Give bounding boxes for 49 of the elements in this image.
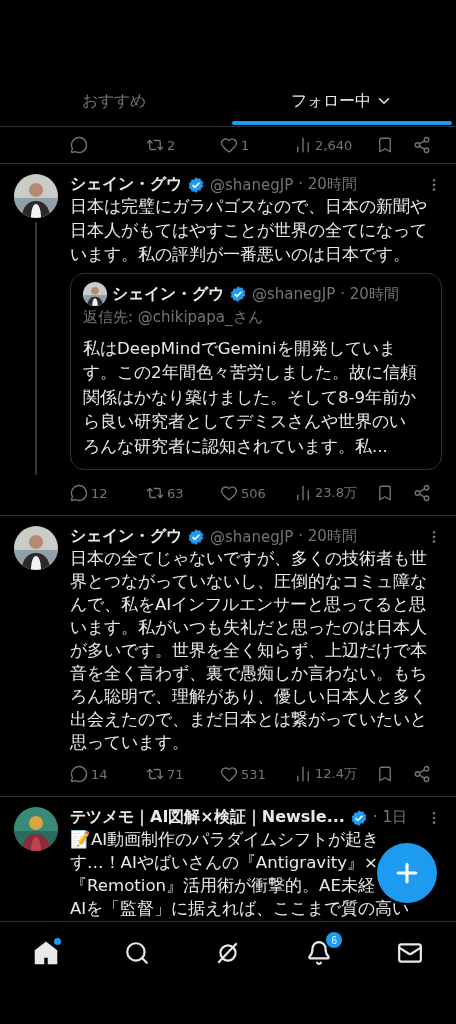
reply-to-text: 返信先: @chikipapa_さん [83, 308, 264, 327]
quoted-text: 私はDeepMindでGeminiを開発しています。この2年間色々苦労しました。故に信頼関係はかなり築けました。そして8-9年前から良い研究者としてデミスさんや世界のいろんな研究者に認知されています。私... [83, 338, 417, 458]
bell-icon[interactable] [306, 940, 333, 966]
bar-chart-icon [294, 484, 312, 503]
feed-tab[interactable]: おすすめ [0, 80, 228, 126]
heart-icon [219, 136, 238, 154]
mail-icon[interactable] [397, 940, 424, 966]
search-icon[interactable] [123, 940, 150, 966]
post-text: 日本の全てじゃないですが、多くの技術者も世界とつながっていないし、圧倒的なコミュ障なんで、私をAIインフルエンサーと思ってると思います。私がいつも失礼だと思ったのは日本人が多いです。世界を全く知らず、上辺だけで本音を全く言わず、裏で愚痴しか言わない。もちろん聡明で、理解があり、優しい日本人と多く出会えたので、まだ日本とは繋がっていたいと思っています。 [70, 548, 428, 755]
reply-button[interactable]: 12 [70, 484, 146, 503]
author-name: シェイン・グウ [70, 174, 182, 195]
reply-icon [70, 136, 88, 154]
author-handle: @shanegJP [210, 527, 294, 546]
bar-chart-icon [294, 765, 312, 784]
author-name: シェイン・グウ [112, 283, 224, 305]
post-time: · 20時間 [340, 284, 399, 304]
like-button[interactable]: 506 [219, 484, 294, 503]
reply-icon [70, 484, 88, 503]
views-button[interactable]: 12.4万 [294, 765, 376, 784]
post-text-line: す…！AIやばいさんの『Antigravity』× [70, 852, 378, 875]
share-icon [412, 136, 431, 154]
reply-button[interactable]: 14 [70, 765, 146, 784]
repost-button[interactable]: 63 [145, 484, 220, 503]
views-button[interactable]: 23.8万 [294, 484, 376, 503]
home-icon[interactable] [32, 940, 59, 966]
like-button[interactable]: 1 [219, 136, 294, 154]
share-icon [412, 484, 431, 503]
like-button[interactable]: 531 [219, 765, 294, 784]
author-name: シェイン・グウ [70, 526, 182, 548]
heart-icon [219, 484, 238, 503]
post-text-line: 📝AI動画制作のパラダイムシフトが起き [70, 829, 380, 852]
reply-icon [70, 765, 88, 784]
notification-count: 6 [326, 932, 343, 948]
post-time: · 20時間 [298, 175, 357, 194]
post-time: · 20時間 [298, 527, 357, 547]
author-handle: @shanegJP [252, 285, 336, 303]
repost-button[interactable]: 2 [145, 136, 220, 154]
heart-icon [219, 765, 238, 784]
share-icon [412, 765, 431, 784]
feed-tab[interactable]: フォロー中 [228, 80, 456, 126]
post-text: 日本は完璧にガラパゴスなので、日本の新聞や日本人がもてはやすことが世界の全てになっています。私の評判が一番悪いのは日本です。 [70, 196, 428, 266]
post-text-line: 『Remotion』活用術が衝撃的。AE未経 [70, 875, 375, 898]
post-text-line: AIを「監督」に据えれば、ここまで質の高い [70, 898, 410, 921]
post-time: · 1日 [372, 808, 407, 828]
bar-chart-icon [294, 136, 312, 154]
author-name: テツメモ｜AI図解×検証｜Newsle... [70, 807, 345, 829]
repost-button[interactable]: 71 [145, 765, 220, 784]
author-handle: @shanegJP [210, 175, 294, 194]
views-button[interactable]: 2,640 [294, 136, 376, 154]
